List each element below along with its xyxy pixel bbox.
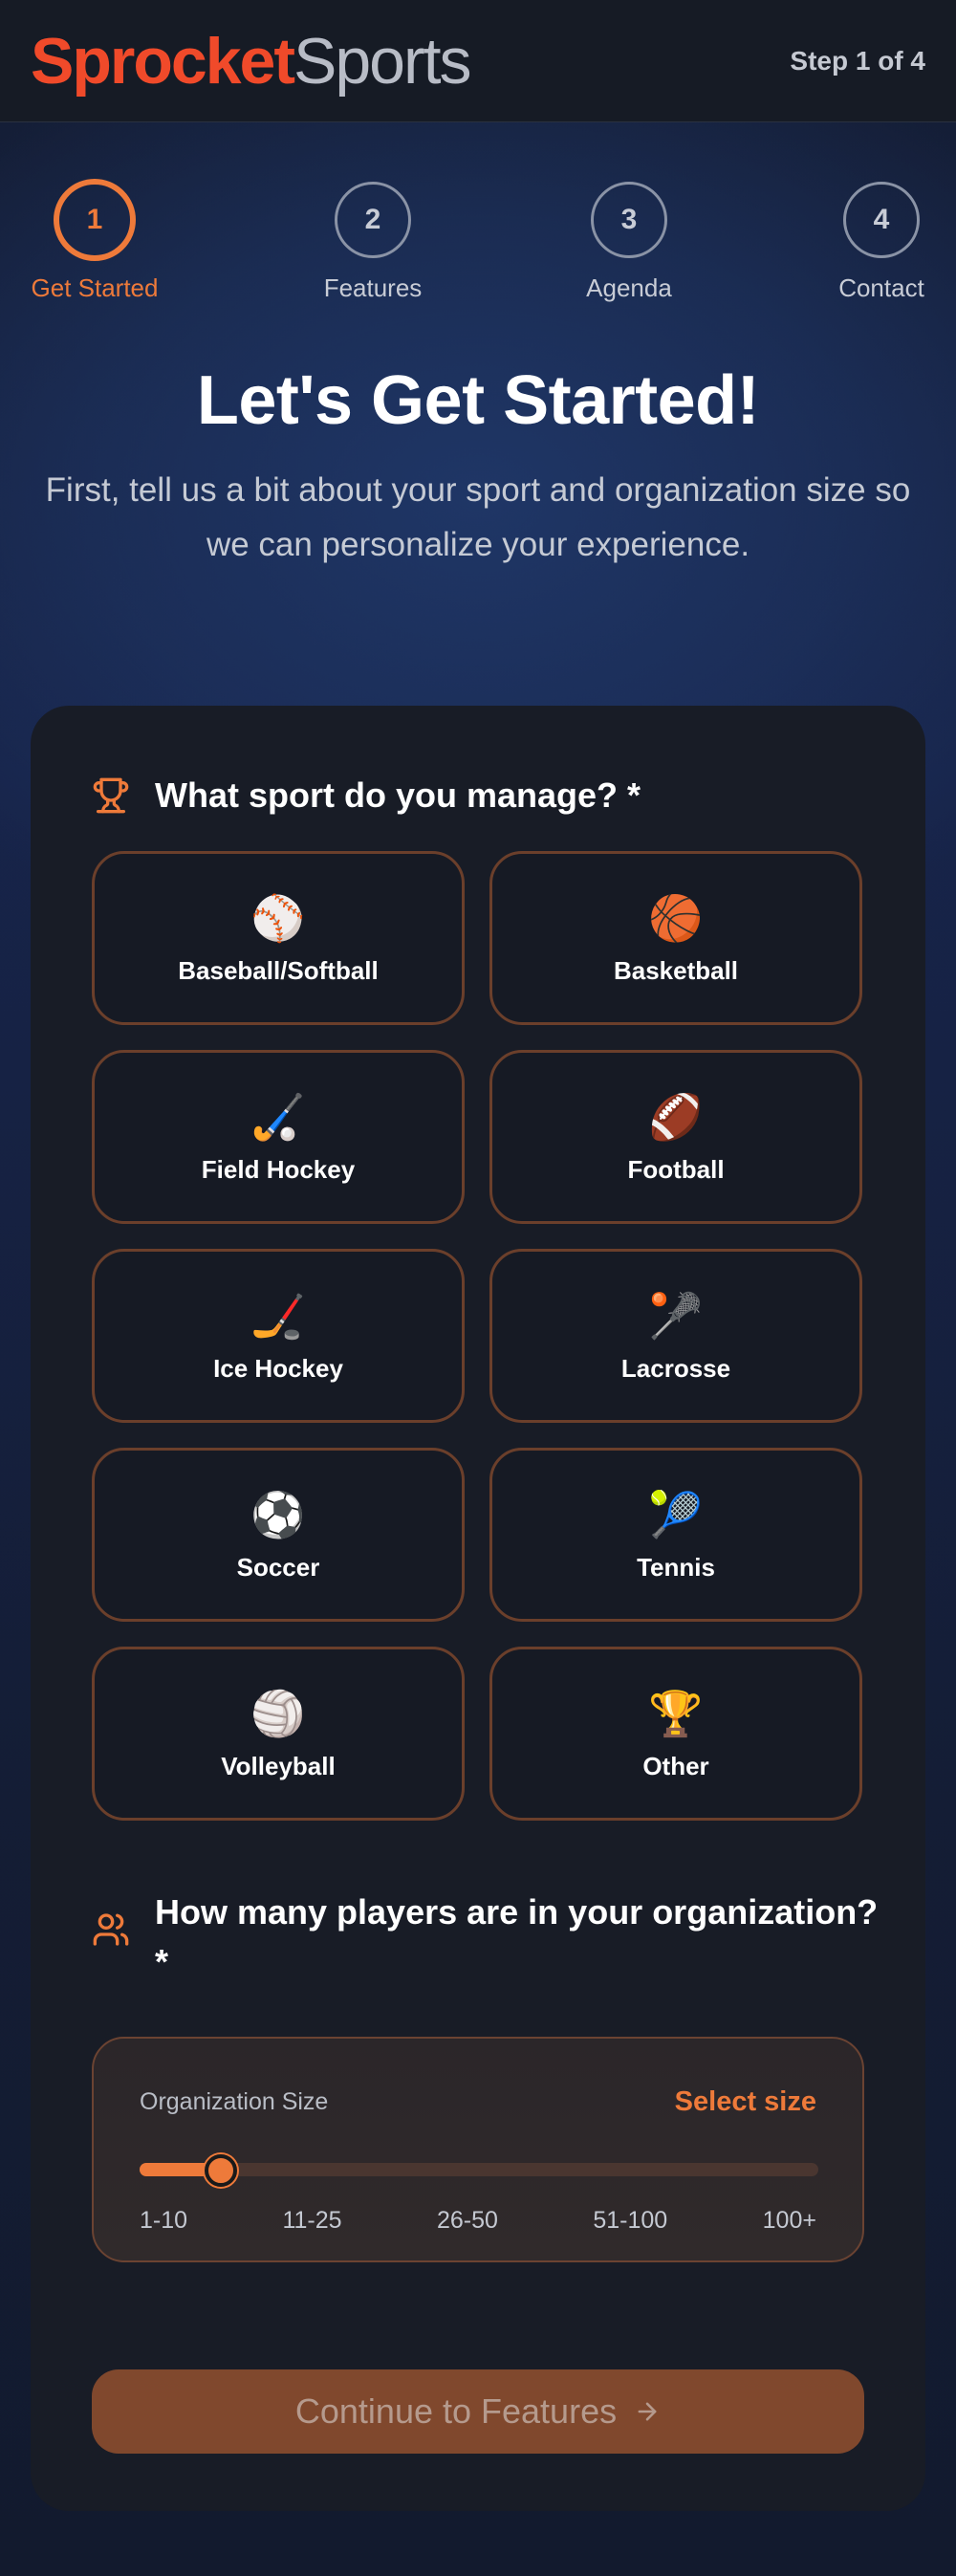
sport-option-soccer[interactable]: ⚽ Soccer bbox=[92, 1448, 465, 1622]
step-features: 2 Features bbox=[277, 182, 468, 303]
slider-ticks: 1-10 11-25 26-50 51-100 100+ bbox=[140, 2207, 816, 2235]
sport-option-other[interactable]: 🏆 Other bbox=[489, 1647, 862, 1821]
sport-question-text: What sport do you manage? * bbox=[155, 775, 641, 815]
basketball-icon: 🏀 bbox=[648, 892, 704, 943]
step-get-started: 1 Get Started bbox=[0, 179, 190, 303]
step-label: Contact bbox=[838, 273, 924, 302]
sport-option-field-hockey[interactable]: 🏑 Field Hockey bbox=[92, 1050, 465, 1224]
step-agenda: 3 Agenda bbox=[533, 182, 725, 303]
ice-hockey-icon: 🏒 bbox=[250, 1290, 306, 1341]
sport-option-tennis[interactable]: 🎾 Tennis bbox=[489, 1448, 862, 1622]
baseball-icon: ⚾ bbox=[250, 892, 306, 943]
soccer-ball-icon: ⚽ bbox=[250, 1489, 306, 1539]
size-question-line: How many players are in your organizatio… bbox=[155, 1892, 879, 1932]
brand-secondary: Sports bbox=[293, 24, 472, 98]
tick-label: 11-25 bbox=[282, 2207, 342, 2234]
arrow-right-icon bbox=[638, 2402, 657, 2421]
tick-label: 1-10 bbox=[140, 2207, 188, 2234]
page-subtitle: First, tell us a bit about your sport an… bbox=[45, 471, 911, 563]
progress-stepper: 1 Get Started 2 Features 3 Agenda 4 Cont… bbox=[0, 122, 956, 352]
sport-name: Ice Hockey bbox=[213, 1353, 343, 1383]
sport-options: ⚾ Baseball/Softball 🏀 Basketball 🏑 Field… bbox=[92, 851, 862, 1821]
sport-name: Field Hockey bbox=[201, 1154, 356, 1184]
step-number: 1 bbox=[54, 179, 136, 261]
form-card: What sport do you manage? * ⚾ Baseball/S… bbox=[31, 706, 925, 2511]
sport-option-ice-hockey[interactable]: 🏒 Ice Hockey bbox=[92, 1249, 465, 1423]
slider-label: Organization Size bbox=[140, 2088, 329, 2115]
tick-label: 100+ bbox=[762, 2207, 816, 2234]
required-marker: * bbox=[155, 1942, 169, 1981]
football-icon: 🏈 bbox=[648, 1091, 704, 1142]
step-label: Agenda bbox=[586, 273, 672, 302]
step-contact: 4 Contact bbox=[786, 182, 956, 303]
step-indicator: Step 1 of 4 bbox=[790, 45, 925, 76]
volleyball-icon: 🏐 bbox=[250, 1688, 306, 1738]
sport-option-volleyball[interactable]: 🏐 Volleyball bbox=[92, 1647, 465, 1821]
brand-logo[interactable]: SprocketSports bbox=[31, 29, 472, 94]
tick-label: 26-50 bbox=[436, 2207, 498, 2234]
size-question-text: How many players are in your organizatio… bbox=[155, 1888, 878, 1987]
step-label: Get Started bbox=[31, 273, 159, 302]
sport-name: Baseball/Softball bbox=[178, 955, 379, 985]
sport-name: Tennis bbox=[637, 1552, 715, 1582]
step-number: 2 bbox=[335, 182, 411, 258]
size-question: How many players are in your organizatio… bbox=[92, 1888, 878, 1987]
tick-label: 51-100 bbox=[593, 2207, 668, 2234]
sport-name: Football bbox=[627, 1154, 725, 1184]
sport-name: Lacrosse bbox=[620, 1353, 731, 1383]
sport-question: What sport do you manage? * bbox=[92, 771, 641, 820]
organization-size-slider: Organization Size Select size 1-10 11-25… bbox=[92, 2037, 864, 2262]
sport-option-basketball[interactable]: 🏀 Basketball bbox=[489, 851, 862, 1025]
header: SprocketSports Step 1 of 4 bbox=[0, 0, 956, 122]
selected-size-value: Select size bbox=[674, 2086, 816, 2117]
sport-option-football[interactable]: 🏈 Football bbox=[489, 1050, 862, 1224]
slider-thumb[interactable] bbox=[205, 2154, 237, 2187]
sport-option-lacrosse[interactable]: 🥍 Lacrosse bbox=[489, 1249, 862, 1423]
slider-track[interactable] bbox=[140, 2163, 818, 2176]
lacrosse-icon: 🥍 bbox=[648, 1290, 704, 1341]
trophy-icon: 🏆 bbox=[648, 1688, 704, 1738]
continue-label: Continue to Features bbox=[294, 2391, 618, 2431]
page-title: Let's Get Started! bbox=[196, 362, 760, 439]
step-number: 4 bbox=[843, 182, 920, 258]
sport-option-baseball-softball[interactable]: ⚾ Baseball/Softball bbox=[92, 851, 465, 1025]
continue-button[interactable]: Continue to Features bbox=[92, 2369, 864, 2454]
sport-name: Volleyball bbox=[221, 1751, 336, 1780]
hero: Let's Get Started! First, tell us a bit … bbox=[0, 361, 956, 572]
tennis-ball-icon: 🎾 bbox=[648, 1489, 704, 1539]
trophy-icon bbox=[93, 777, 129, 814]
sport-name: Soccer bbox=[236, 1552, 320, 1582]
users-icon bbox=[93, 1913, 129, 1946]
sport-name: Other bbox=[642, 1751, 709, 1780]
step-label: Features bbox=[323, 273, 423, 302]
sport-name: Basketball bbox=[613, 955, 739, 985]
brand-primary: Sprocket bbox=[31, 24, 295, 98]
step-number: 3 bbox=[591, 182, 667, 258]
field-hockey-icon: 🏑 bbox=[250, 1091, 306, 1142]
